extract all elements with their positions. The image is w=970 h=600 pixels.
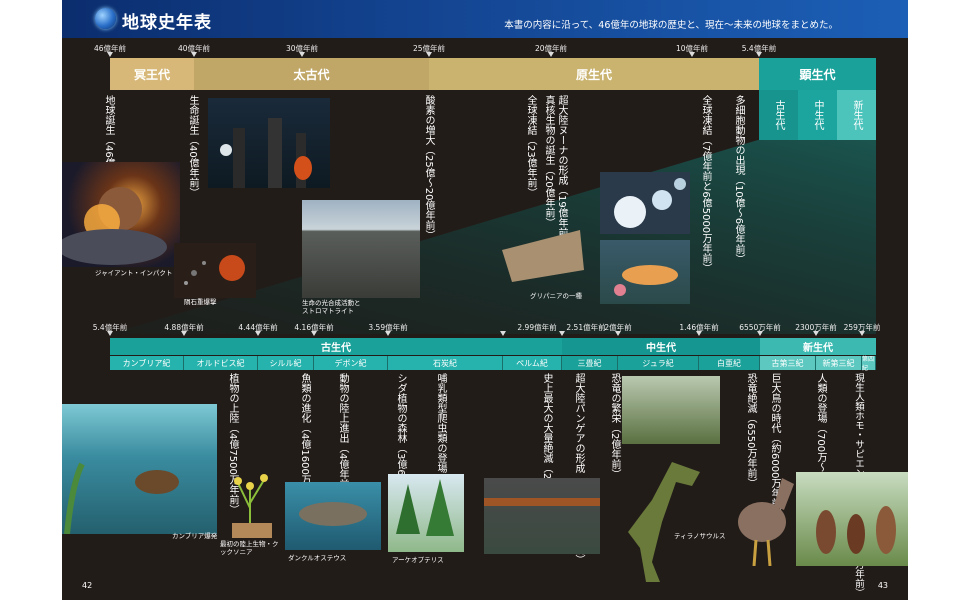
bottom-tick-mark — [181, 331, 187, 336]
mass-extinction-image — [484, 478, 600, 554]
caption-bombardment: 隕石重爆撃 — [184, 298, 217, 306]
giant-impact-image — [62, 162, 180, 267]
top-tick-mark — [756, 52, 762, 57]
bottom-tick-mark — [615, 331, 621, 336]
caption-grypania: グリパニアの一種 — [530, 292, 582, 300]
eon-proterozoic: 原生代 — [429, 58, 759, 90]
bottom-tick-mark — [500, 331, 506, 336]
early-humans-image — [796, 472, 908, 566]
event-oxygen: 酸素の増大（25億〜20億年前） — [423, 95, 434, 241]
bottom-tick-mark — [107, 331, 113, 336]
snowball-earth-image — [600, 172, 690, 234]
eon-hadean: 冥王代 — [110, 58, 194, 90]
caption-cambrian: カンブリア爆発 — [172, 532, 218, 540]
period-permian: ペルム紀 — [503, 356, 562, 370]
event-snowball-2: 全球凍結（7億年前と6億5000万年前） — [700, 95, 711, 274]
era-mesozoic-top: 中生代 — [798, 90, 837, 140]
caption-tyrannosaurus: ティラノサウルス — [674, 532, 726, 540]
caption-stromatolite: 生命の光合成活動と ストロマトライト — [302, 299, 361, 315]
bottom-tick-mark — [559, 331, 565, 336]
page-number-right: 43 — [877, 581, 888, 590]
caption-dunkleosteus: ダンクルオステウス — [288, 554, 347, 562]
caption-archaeopteris: アーケオプテリス — [392, 556, 444, 564]
bombardment-image — [174, 243, 256, 298]
grypania-image — [500, 230, 586, 285]
bottom-tick-mark — [696, 331, 702, 336]
event-multicellular: 多細胞動物の出現（10億〜6億年前） — [733, 95, 744, 265]
period-cretaceous: 白亜紀 — [699, 356, 760, 370]
stromatolite-image — [302, 200, 420, 298]
period-carboniferous: 石炭紀 — [388, 356, 503, 370]
cambrian-sea-image — [62, 404, 217, 534]
bottom-tick-mark — [813, 331, 819, 336]
period-neogene: 新第三紀 — [816, 356, 862, 370]
era-cenozoic: 新生代 — [760, 338, 876, 355]
tyrannosaurus-image — [622, 452, 706, 584]
dinosaur-herd-image — [622, 376, 720, 444]
top-tick-mark — [426, 52, 432, 57]
period-quaternary: 第四紀 — [862, 356, 876, 372]
bottom-tick-mark — [255, 331, 261, 336]
eon-phanerozoic: 顕生代 — [759, 58, 876, 90]
era-cenozoic-top: 新生代 — [837, 90, 876, 140]
dunkleosteus-image — [285, 482, 381, 550]
period-ordovician: オルドビス紀 — [184, 356, 258, 370]
event-life-birth: 生命誕生（40億年前） — [187, 95, 198, 198]
period-triassic: 三畳紀 — [562, 356, 618, 370]
top-tick-mark — [299, 52, 305, 57]
caption-cooksonia: 最初の陸上生物・クックソニア — [220, 540, 279, 556]
bottom-tick-mark — [859, 331, 865, 336]
event-animals-land: 動物の陸上進出（4億年前） — [337, 373, 348, 500]
timeline-spread: 地球史年表 本書の内容に沿って、46億年の地球の歴史と、現在〜未来の地球をまとめ… — [62, 0, 908, 600]
bottom-tick-mark — [757, 331, 763, 336]
period-jurassic: ジュラ紀 — [618, 356, 699, 370]
ediacara-image — [600, 240, 690, 304]
era-mesozoic: 中生代 — [562, 338, 760, 355]
event-snowball-1: 全球凍結（23億年前） — [525, 95, 536, 198]
eon-archean: 太古代 — [194, 58, 429, 90]
event-eukaryote: 真核生物の誕生（20億年前） — [543, 95, 554, 228]
period-cambrian: カンブリア紀 — [110, 356, 184, 370]
era-paleozoic-top: 古生代 — [759, 90, 798, 140]
gastornis-image — [728, 470, 800, 566]
period-paleogene: 古第三紀 — [760, 356, 816, 370]
era-paleozoic: 古生代 — [110, 338, 562, 355]
bottom-tick-mark — [311, 331, 317, 336]
bottom-tick: 2.99億年前 — [517, 323, 557, 332]
archaeopteris-image — [388, 474, 464, 552]
page-number-left: 42 — [82, 581, 93, 590]
event-nuna: 超大陸ヌーナの形成（19億年前） — [556, 95, 567, 248]
top-tick-mark — [689, 52, 695, 57]
caption-giant-impact: ジャイアント・インパクト — [95, 269, 173, 277]
top-tick-mark — [107, 52, 113, 57]
period-devonian: デボン紀 — [314, 356, 388, 370]
top-tick-mark — [191, 52, 197, 57]
period-silurian: シルル紀 — [258, 356, 314, 370]
event-dinosaur: 恐竜の繁栄（2億年前） — [609, 373, 620, 480]
bottom-tick: 2.51億年前 — [566, 323, 606, 332]
hydrothermal-vent-image — [208, 98, 330, 188]
bottom-tick-mark — [385, 331, 391, 336]
cooksonia-image — [220, 468, 282, 538]
top-tick-mark — [548, 52, 554, 57]
